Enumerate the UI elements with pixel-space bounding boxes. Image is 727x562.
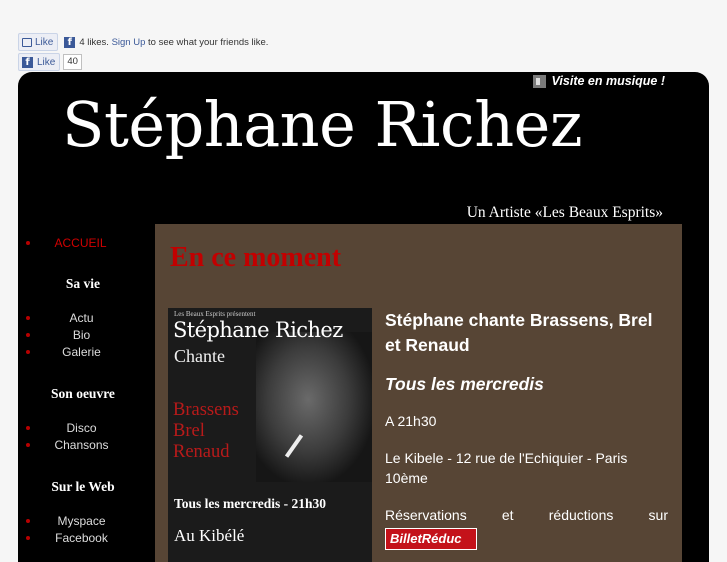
facebook-like-count: 40 [63,54,82,70]
poster-venue: Au Kibélé [174,526,245,545]
facebook-like-row-2: f Like 40 [18,53,82,71]
nav-item-accueil[interactable]: ACCUEIL [18,235,148,251]
site-page: Visite en musique ! Stéphane Richez Un A… [18,72,709,562]
poster-presenter: Les Beaux Esprits présentent [174,310,256,318]
section-heading-vie: Sa vie [65,276,101,291]
facebook-like-button[interactable]: Like [18,33,59,51]
event-day: Tous les mercredis [385,374,544,394]
concert-poster[interactable]: Les Beaux Esprits présentent Stéphane Ri… [168,308,372,562]
poster-artist-brassens: Brassens [173,400,239,420]
poster-date: Tous les mercredis - 21h30 [174,496,327,511]
facebook-icon: f [64,36,76,48]
page-headline: En ce moment [170,242,342,273]
site-title: Stéphane Richez [62,88,583,161]
music-toggle-link[interactable]: Visite en musique ! [532,74,665,88]
facebook-like-button-2[interactable]: f Like [18,53,61,71]
site-subtitle: Un Artiste «Les Beaux Esprits» [466,204,663,221]
nav-item-chansons[interactable]: Chansons [18,437,148,453]
poster-artist-brel: Brel [173,421,205,441]
facebook-like-row: Like f 4 likes. Sign Up to see what your… [18,32,268,52]
speaker-icon [532,74,546,88]
nav-item-myspace[interactable]: Myspace [18,513,148,529]
event-address: Le Kibele - 12 rue de l'Echiquier - Pari… [385,450,628,486]
section-heading-oeuvre: Son oeuvre [51,386,115,401]
content-panel: En ce moment Les Beaux Esprits présenten… [155,224,682,562]
event-time: A 21h30 [385,413,437,429]
event-info: Stéphane chante Brassens, Brel et Renaud… [385,308,668,550]
facebook-icon: f [22,56,33,68]
nav-item-disco[interactable]: Disco [18,420,148,436]
poster-artist-renaud: Renaud [173,442,230,462]
facebook-signup-link[interactable]: Sign Up [112,37,146,48]
nav-item-facebook[interactable]: Facebook [18,530,148,546]
nav-item-galerie[interactable]: Galerie [18,344,148,360]
billetreduc-link[interactable]: BilletRéduc [385,528,477,550]
poster-artist-name: Stéphane Richez [173,318,343,342]
thumbs-up-icon [22,37,32,47]
section-heading-web: Sur le Web [51,479,115,494]
event-title: Stéphane chante Brassens, Brel et Renaud [385,310,653,355]
nav-item-actu[interactable]: Actu [18,310,148,326]
nav-item-bio[interactable]: Bio [18,327,148,343]
artist-photo [256,332,372,482]
facebook-likes-text: 4 likes. Sign Up to see what your friend… [79,36,269,48]
reservation-text: Réservations et réductions sur [385,507,668,523]
poster-chante: Chante [174,346,225,366]
